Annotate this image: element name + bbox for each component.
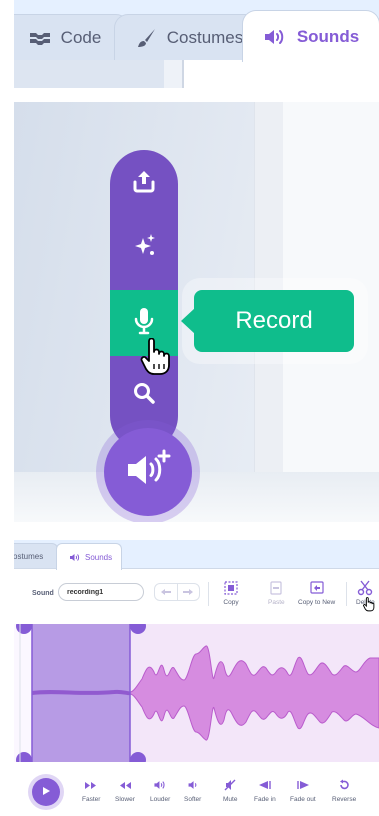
- tab-sounds[interactable]: Sounds: [56, 543, 122, 570]
- hand-cursor-icon: [140, 337, 172, 381]
- mute-button[interactable]: Mute: [223, 778, 237, 803]
- sound-name-input[interactable]: [58, 583, 144, 601]
- speaker-icon: [69, 553, 81, 562]
- volume-up-icon: [153, 778, 167, 792]
- reverse-label: Reverse: [332, 796, 357, 803]
- rewind-icon: [118, 778, 132, 792]
- waveform-selection: [32, 624, 130, 762]
- undo-redo-group: [154, 583, 200, 601]
- sound-name-label: Sound: [32, 590, 54, 597]
- sound-list-pane: [14, 60, 184, 88]
- reverse-icon: [338, 778, 350, 792]
- faster-button[interactable]: Faster: [82, 778, 100, 803]
- tab-costumes-label: Costumes: [166, 27, 244, 47]
- speaker-icon: [263, 28, 287, 46]
- paste-icon: [268, 580, 284, 596]
- fade-out-button[interactable]: Fade out: [290, 778, 316, 803]
- search-icon: [131, 380, 157, 411]
- copy-to-new-button[interactable]: Copy to New: [298, 580, 335, 606]
- louder-button[interactable]: Louder: [150, 778, 170, 803]
- copy-label: Copy: [223, 599, 239, 606]
- scissors-icon: [357, 580, 373, 596]
- brush-icon: [135, 27, 157, 49]
- softer-label: Softer: [184, 796, 202, 803]
- hand-cursor-icon: [363, 597, 375, 617]
- louder-label: Louder: [150, 796, 171, 803]
- record-tooltip: Record: [181, 290, 354, 352]
- upload-sound-button[interactable]: [110, 150, 178, 216]
- tab-code[interactable]: Code: [14, 14, 130, 60]
- play-button[interactable]: [32, 778, 60, 806]
- toolbar-divider: [346, 582, 347, 606]
- tab-code-label: Code: [60, 27, 102, 47]
- slower-button[interactable]: Slower: [115, 778, 135, 803]
- volume-down-icon: [187, 778, 199, 792]
- add-sound-icon: [124, 448, 172, 497]
- copy-to-new-icon: [309, 580, 325, 596]
- tab-sounds-label: Sounds: [85, 552, 113, 562]
- softer-button[interactable]: Softer: [184, 778, 201, 803]
- mute-label: Mute: [223, 796, 238, 803]
- undo-button[interactable]: [155, 584, 178, 600]
- copy-button[interactable]: Copy: [223, 580, 239, 606]
- fade-in-button[interactable]: Fade in: [254, 778, 276, 803]
- add-sound-menu-panel: Record: [14, 102, 379, 522]
- tab-sounds[interactable]: Sounds: [242, 10, 379, 62]
- code-icon: [29, 31, 51, 45]
- tab-sounds-label: Sounds: [296, 26, 360, 46]
- tab-costumes-label: ostumes: [14, 551, 44, 561]
- copy-icon: [223, 580, 239, 596]
- sound-waveform[interactable]: [14, 624, 379, 762]
- sound-editor-panel: ostumes Sounds Sound Copy Paste Copy to …: [14, 540, 379, 816]
- fade-out-icon: [296, 778, 310, 792]
- sound-list-scrollbar: [164, 60, 182, 88]
- redo-button[interactable]: [178, 584, 200, 600]
- faster-label: Faster: [82, 796, 101, 803]
- paste-button[interactable]: Paste: [268, 580, 285, 606]
- upload-icon: [131, 168, 157, 199]
- sparkle-icon: [131, 232, 157, 263]
- fast-forward-icon: [84, 778, 98, 792]
- add-sound-menu: [110, 150, 178, 450]
- surprise-button[interactable]: [110, 214, 178, 280]
- mute-icon: [224, 778, 236, 792]
- reverse-button[interactable]: Reverse: [332, 778, 356, 803]
- fade-out-label: Fade out: [290, 796, 316, 803]
- editor-tabs-panel: Code Costumes Sounds: [14, 0, 379, 88]
- tab-costumes[interactable]: ostumes: [14, 543, 58, 568]
- slower-label: Slower: [115, 796, 135, 803]
- toolbar-divider: [208, 582, 209, 606]
- copy-to-new-label: Copy to New: [298, 599, 336, 606]
- play-icon: [41, 783, 51, 801]
- fade-in-icon: [258, 778, 272, 792]
- microphone-icon: [131, 306, 157, 341]
- paste-label: Paste: [268, 599, 285, 606]
- fade-in-label: Fade in: [254, 796, 276, 803]
- choose-a-sound-button[interactable]: [104, 428, 192, 516]
